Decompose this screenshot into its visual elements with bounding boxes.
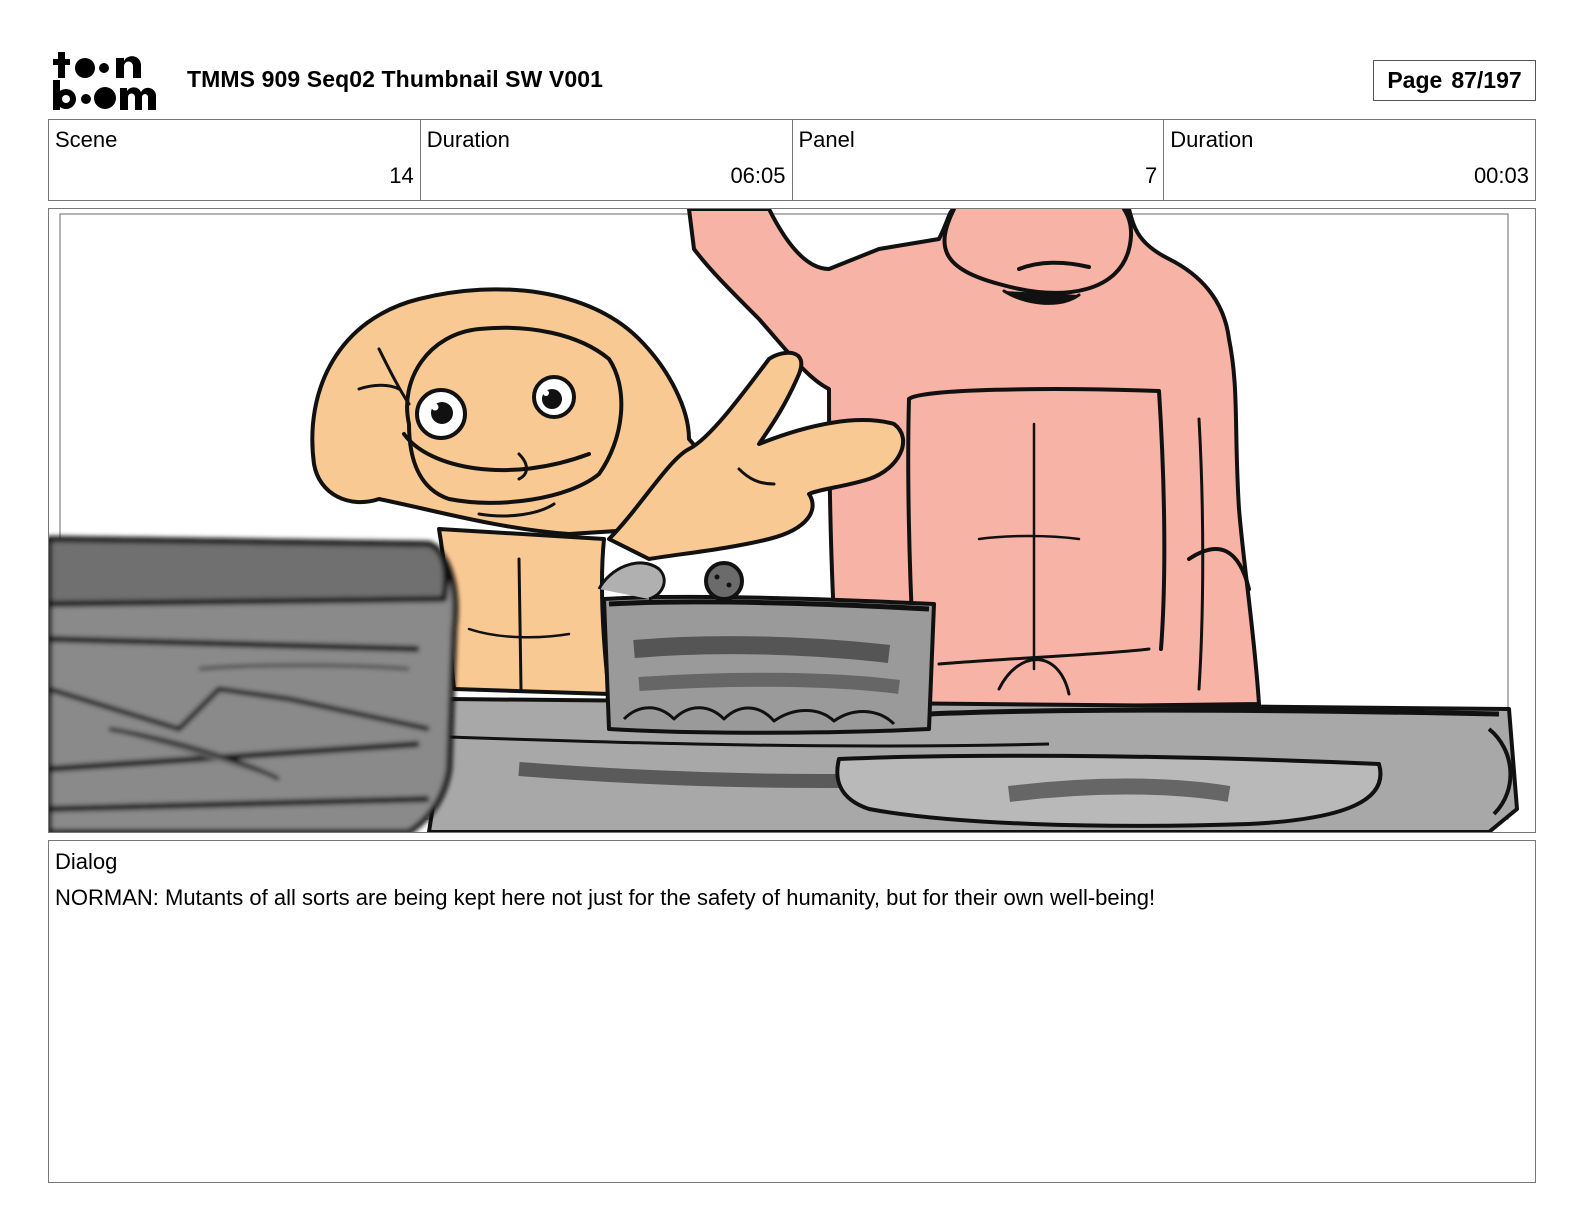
panel-cell: Panel 7 (793, 120, 1165, 200)
dialog-text: NORMAN: Mutants of all sorts are being k… (55, 885, 1156, 910)
foreground-book (49, 536, 459, 832)
dialog-label: Dialog (55, 849, 118, 874)
panel-value: 7 (1145, 163, 1158, 188)
panel-duration-label: Duration (1170, 127, 1254, 152)
page-label: Page (1387, 67, 1443, 93)
scene-duration-value: 06:05 (730, 163, 786, 188)
page-value: 87/197 (1451, 67, 1522, 93)
scene-value: 14 (389, 163, 414, 188)
dialog-box: Dialog NORMAN: Mutants of all sorts are … (48, 840, 1536, 1183)
document-title: TMMS 909 Seq02 Thumbnail SW V001 (187, 66, 604, 92)
panel-duration-cell: Duration 00:03 (1164, 120, 1535, 200)
scene-duration-label: Duration (426, 127, 510, 152)
toon-boom-logo-mark (53, 52, 156, 110)
toon-boom-logo (52, 50, 164, 112)
panel-duration-value: 00:03 (1473, 163, 1529, 188)
scene-cell: Scene 14 (49, 120, 421, 200)
scene-duration-cell: Duration 06:05 (421, 120, 793, 200)
storyboard-panel (48, 208, 1536, 833)
info-row: Scene 14 Duration 06:05 Panel 7 Duration… (48, 119, 1536, 201)
panel-label: Panel (798, 127, 855, 152)
page-indicator: Page 87/197 (1373, 60, 1536, 101)
storyboard-drawing (49, 209, 1535, 832)
scene-label: Scene (55, 127, 118, 152)
counter-surface (427, 697, 1519, 832)
